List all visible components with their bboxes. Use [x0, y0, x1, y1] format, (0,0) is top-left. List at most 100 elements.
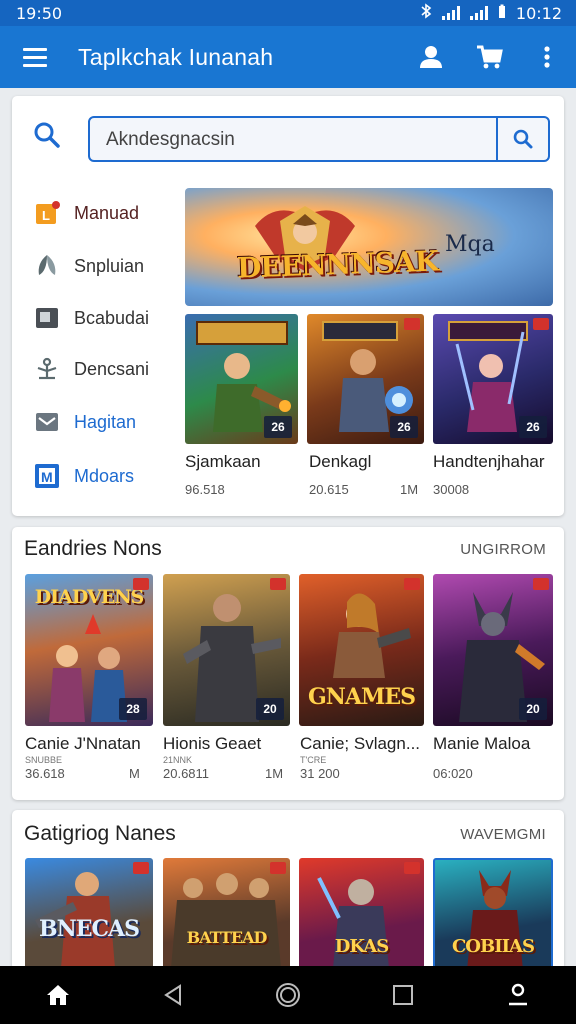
- game-downloads: 30008: [433, 482, 470, 497]
- search-input-value: Akndesgnacsin: [106, 129, 235, 150]
- banner-title: DEENNNSAK: [236, 244, 439, 285]
- sidebar-item-label: Mdoars: [74, 465, 135, 486]
- game-logo: BATTEAD: [186, 928, 268, 947]
- game-tile[interactable]: GNAMES: [299, 574, 424, 726]
- profile-icon[interactable]: [488, 966, 548, 1024]
- svg-text:L: L: [42, 208, 50, 223]
- game-tile[interactable]: 26: [185, 314, 298, 444]
- player-count-badge: 20: [519, 698, 547, 720]
- browse-card: Akndesgnacsin L Manuad Snpluian Bcabudai…: [12, 96, 564, 516]
- status-bar: 19:50 10:12: [0, 0, 576, 26]
- m-app-icon: M: [34, 463, 60, 489]
- more-vert-icon[interactable]: [518, 26, 576, 88]
- player-count-badge: 28: [119, 698, 147, 720]
- game-art: [171, 873, 281, 968]
- bluetooth-icon: [420, 3, 432, 23]
- game-tile[interactable]: 26: [307, 314, 424, 444]
- section-title: Eandries Nons: [24, 537, 162, 560]
- game-downloads: 96.518: [185, 482, 225, 497]
- mail-icon: [34, 409, 60, 435]
- account-icon[interactable]: [402, 26, 460, 88]
- sidebar-item-mdoars[interactable]: M Mdoars: [34, 456, 134, 496]
- game-publisher: 21NNK: [163, 755, 193, 765]
- player-count-badge: 20: [256, 698, 284, 720]
- game-downloads: 06:020: [433, 766, 473, 781]
- game-title[interactable]: Canie; Svlagn...: [300, 734, 420, 754]
- game-logo: BNECAS: [39, 916, 140, 942]
- banner-subtitle: Mqa: [445, 232, 495, 257]
- game-tile[interactable]: BATTEAD: [163, 858, 290, 970]
- game-size: M: [129, 766, 140, 781]
- game-logo: DKAS: [334, 936, 390, 957]
- navigation-bar: [0, 966, 576, 1024]
- hot-badge: [133, 578, 149, 590]
- player-count-badge: 26: [390, 416, 418, 438]
- search-input[interactable]: Akndesgnacsin: [88, 116, 550, 162]
- network-icon: [34, 356, 60, 382]
- hot-badge: [270, 862, 286, 874]
- hot-badge: [533, 318, 549, 330]
- section-more-link[interactable]: WAVEMGMI: [460, 826, 546, 843]
- game-logo: COBIIAS: [451, 936, 535, 957]
- game-logo: DIADVENS: [34, 586, 145, 608]
- game-tile[interactable]: DIADVENS 28: [25, 574, 153, 726]
- sidebar-item-label: Dencsani: [74, 358, 150, 379]
- svg-text:M: M: [41, 469, 53, 485]
- sidebar-item-bcabudai[interactable]: Bcabudai: [34, 298, 149, 338]
- status-clock: 10:12: [515, 3, 562, 23]
- cart-icon[interactable]: [460, 26, 518, 88]
- signal-icon: [441, 6, 460, 20]
- player-count-badge: 26: [264, 416, 292, 438]
- game-title[interactable]: Sjamkaan: [185, 452, 261, 472]
- sidebar-item-manuad[interactable]: L Manuad: [34, 193, 139, 233]
- search-submit-button[interactable]: [496, 118, 548, 160]
- game-art: [35, 872, 115, 968]
- hot-badge: [404, 862, 420, 874]
- hot-badge: [270, 578, 286, 590]
- game-downloads: 20.615: [309, 482, 349, 497]
- featured-banner[interactable]: DEENNNSAK Mqa: [185, 188, 553, 306]
- section-more-link[interactable]: UNGIRROM: [460, 541, 546, 558]
- game-size: 1M: [400, 482, 419, 497]
- hot-badge: [404, 578, 420, 590]
- player-count-badge: 26: [519, 416, 547, 438]
- game-title[interactable]: Hionis Geaet: [163, 734, 261, 754]
- game-tile[interactable]: 20: [163, 574, 290, 726]
- bag-icon: L: [34, 200, 60, 226]
- game-title[interactable]: Handtenjhahar: [433, 452, 545, 472]
- search-icon[interactable]: [32, 120, 62, 150]
- sidebar-item-label: Snpluian: [74, 255, 145, 276]
- box-icon: [34, 305, 60, 331]
- sidebar-item-dencsani[interactable]: Dencsani: [34, 349, 149, 389]
- sidebar-item-snpluian[interactable]: Snpluian: [34, 246, 144, 286]
- sidebar-item-hagitan[interactable]: Hagitan: [34, 402, 136, 442]
- game-downloads: 31 200: [300, 766, 340, 781]
- game-size: 1M: [265, 766, 284, 781]
- sidebar-item-label: Manuad: [74, 202, 140, 223]
- circle-home-icon[interactable]: [258, 966, 318, 1024]
- game-downloads: 36.618: [25, 766, 65, 781]
- status-time: 19:50: [16, 3, 63, 23]
- hot-badge: [533, 578, 549, 590]
- app-bar: Taplkchak Iunanah: [0, 26, 576, 88]
- game-title[interactable]: Canie J'Nnatan: [25, 734, 141, 754]
- game-tile[interactable]: BNECAS: [25, 858, 153, 970]
- signal-icon-2: [469, 6, 488, 20]
- section-card: Gatigriog Nanes WAVEMGMI BNECAS BATTEAD …: [12, 810, 564, 970]
- back-icon[interactable]: [143, 966, 203, 1024]
- menu-icon[interactable]: [0, 26, 70, 88]
- section-title: Gatigriog Nanes: [24, 822, 176, 845]
- game-tile[interactable]: COBIIAS: [433, 858, 553, 970]
- game-title[interactable]: Denkagl: [309, 452, 371, 472]
- game-title[interactable]: Manie Maloa: [433, 734, 530, 754]
- game-tile[interactable]: 26: [433, 314, 553, 444]
- game-tile[interactable]: DKAS: [299, 858, 424, 970]
- game-publisher: SNUBBE: [25, 755, 63, 765]
- battery-icon: [498, 4, 506, 23]
- app-title: Taplkchak Iunanah: [78, 43, 274, 70]
- game-tile[interactable]: 20: [433, 574, 553, 726]
- recents-icon[interactable]: [373, 966, 433, 1024]
- game-logo: GNAMES: [308, 684, 416, 710]
- home-icon[interactable]: [28, 966, 88, 1024]
- game-downloads: 20.6811: [163, 766, 210, 781]
